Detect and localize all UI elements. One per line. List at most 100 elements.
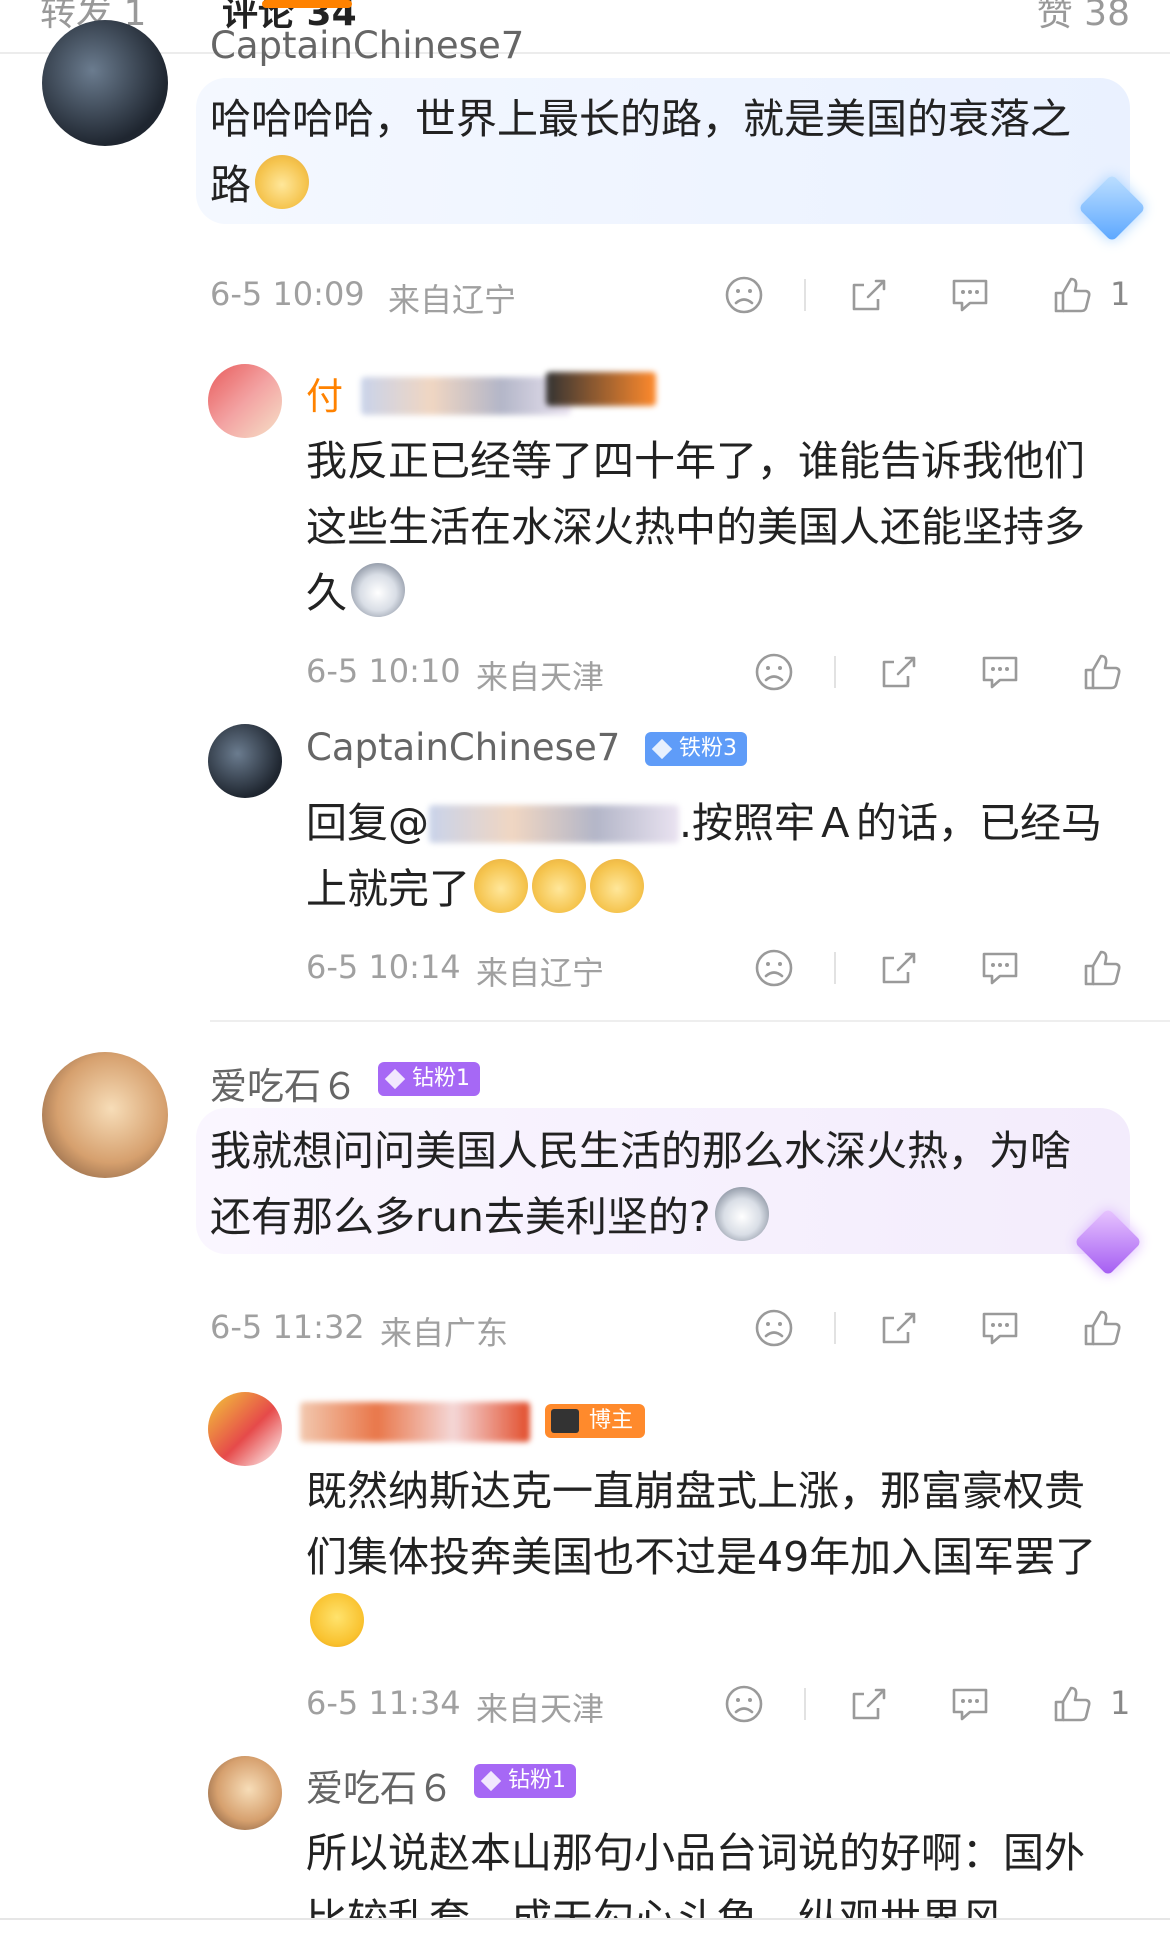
laugh-cry-emoji-icon <box>310 1593 364 1647</box>
fan-badge-label: 钻粉1 <box>412 1066 470 1091</box>
thumbs-up-icon <box>1084 950 1121 986</box>
reply-button[interactable] <box>978 1306 1022 1350</box>
avatar[interactable] <box>208 1392 282 1466</box>
comment-location: 来自广东 <box>380 1314 509 1352</box>
like-button[interactable] <box>1050 1682 1094 1726</box>
thumbs-up-icon <box>1054 277 1091 313</box>
fan-badge[interactable]: 钻粉1 <box>378 1062 480 1096</box>
comment-divider <box>210 1020 1170 1022</box>
comment-tab-bar: 转发 1 评论 34 赞 38 <box>0 0 1170 54</box>
sad-face-icon <box>755 1309 793 1347</box>
avatar[interactable] <box>42 20 168 146</box>
comment-text-content: 我就想问问美国人民生活的那么水深火热，为啥还有那么多run去美利坚的? <box>210 1127 1071 1241</box>
reply-author[interactable]: 爱吃石６ <box>306 1758 454 1812</box>
reply-text: 我反正已经等了四十年了，谁能告诉我他们这些生活在水深火热中的美国人还能坚持多久 <box>306 428 1116 626</box>
comment-icon <box>982 952 1018 985</box>
reply-text-content: 所以说赵本山那句小品台词说的好啊：国外比较乱套，成天勾心斗角，纵观世界风 <box>306 1829 1085 1918</box>
sad-face-icon <box>755 949 793 987</box>
share-button[interactable] <box>846 273 890 317</box>
thumbs-up-icon <box>1054 1686 1091 1722</box>
reply-text-content: 既然纳斯达克一直崩盘式上涨，那富豪权贵们集体投奔美国也不过是49年加入国军罢了 <box>306 1467 1097 1581</box>
thumbs-up-icon <box>1084 1310 1121 1346</box>
action-separator <box>834 656 836 688</box>
reply-button[interactable] <box>978 650 1022 694</box>
husky-emoji-icon <box>351 563 405 617</box>
comment-text: 哈哈哈哈，世界上最长的路，就是美国的衰落之路 <box>210 86 1110 218</box>
bottom-edge <box>0 1918 1170 1920</box>
dislike-button[interactable] <box>722 273 766 317</box>
diamond-icon <box>384 1068 406 1090</box>
fan-badge[interactable]: 钻粉1 <box>474 1764 576 1798</box>
comment-time: 6-5 10:09 <box>210 275 365 313</box>
comment-text: 我就想问问美国人民生活的那么水深火热，为啥还有那么多run去美利坚的? <box>210 1118 1110 1250</box>
blurred-name[interactable] <box>300 1402 530 1442</box>
husky-emoji-icon <box>714 1187 769 1241</box>
reply-button[interactable] <box>978 946 1022 990</box>
crown-icon <box>551 1409 579 1433</box>
doge-emoji-icon <box>255 155 309 209</box>
reply-text: 所以说赵本山那句小品台词说的好啊：国外比较乱套，成天勾心斗角，纵观世界风 <box>306 1820 1116 1918</box>
action-separator <box>834 952 836 984</box>
active-tab-indicator <box>262 0 352 8</box>
action-separator <box>834 1312 836 1344</box>
reply-location: 来自天津 <box>476 1690 605 1728</box>
reply-prefix: 回复@ <box>306 799 429 847</box>
reply-text: 既然纳斯达克一直崩盘式上涨，那富豪权贵们集体投奔美国也不过是49年加入国军罢了 <box>306 1458 1116 1656</box>
reply-time: 6-5 11:34 <box>306 1684 461 1722</box>
comment-icon <box>982 656 1018 689</box>
doge-emoji-icon <box>532 859 586 913</box>
reply-time: 6-5 10:10 <box>306 652 461 690</box>
share-icon <box>882 656 916 688</box>
share-icon <box>852 279 886 311</box>
reply-location: 来自辽宁 <box>476 954 605 992</box>
comment-time: 6-5 11:32 <box>210 1308 365 1346</box>
fan-badge[interactable]: 铁粉3 <box>645 732 747 766</box>
avatar[interactable] <box>208 1756 282 1830</box>
sad-face-icon <box>725 1685 763 1723</box>
diamond-icon <box>480 1770 502 1792</box>
share-button[interactable] <box>876 1306 920 1350</box>
like-button[interactable] <box>1080 946 1124 990</box>
comment-author[interactable]: CaptainChinese7 <box>210 24 524 67</box>
dislike-button[interactable] <box>752 650 796 694</box>
reply-author[interactable]: CaptainChinese7 <box>306 726 620 769</box>
diamond-icon <box>651 738 673 760</box>
action-separator <box>804 1688 806 1720</box>
reply-author-name: 付 <box>306 375 343 418</box>
sad-face-icon <box>725 276 763 314</box>
fan-badge-label: 铁粉3 <box>679 736 737 761</box>
like-button[interactable] <box>1080 650 1124 694</box>
share-button[interactable] <box>846 1682 890 1726</box>
blurred-badge <box>546 372 656 406</box>
blurred-mention[interactable] <box>429 805 679 843</box>
share-icon <box>852 1688 886 1720</box>
dislike-button[interactable] <box>752 1306 796 1350</box>
reply-author[interactable]: 付 <box>306 366 571 420</box>
like-button[interactable] <box>1080 1306 1124 1350</box>
reply-button[interactable] <box>948 1682 992 1726</box>
avatar[interactable] <box>208 364 282 438</box>
reply-button[interactable] <box>948 273 992 317</box>
action-separator <box>804 279 806 311</box>
avatar[interactable] <box>42 1052 168 1178</box>
like-count: 1 <box>1110 275 1131 313</box>
comment-icon <box>952 279 988 312</box>
reply-text-content: 我反正已经等了四十年了，谁能告诉我他们这些生活在水深火热中的美国人还能坚持多久 <box>306 437 1085 617</box>
dislike-button[interactable] <box>722 1682 766 1726</box>
like-button[interactable] <box>1050 273 1094 317</box>
share-button[interactable] <box>876 650 920 694</box>
reply-location: 来自天津 <box>476 658 605 696</box>
share-icon <box>882 1312 916 1344</box>
like-count: 1 <box>1110 1684 1131 1722</box>
avatar[interactable] <box>208 724 282 798</box>
tab-likes[interactable]: 赞 38 <box>1037 0 1130 36</box>
reply-time: 6-5 10:14 <box>306 948 461 986</box>
blurred-name <box>361 377 571 415</box>
comment-location: 来自辽宁 <box>388 281 517 319</box>
share-icon <box>882 952 916 984</box>
dislike-button[interactable] <box>752 946 796 990</box>
share-button[interactable] <box>876 946 920 990</box>
comment-author[interactable]: 爱吃石６ <box>210 1056 358 1110</box>
reply-text: 回复@ .按照牢Ａ的话，已经马上就完了 <box>306 790 1116 922</box>
blogger-badge[interactable]: 博主 <box>545 1404 646 1438</box>
